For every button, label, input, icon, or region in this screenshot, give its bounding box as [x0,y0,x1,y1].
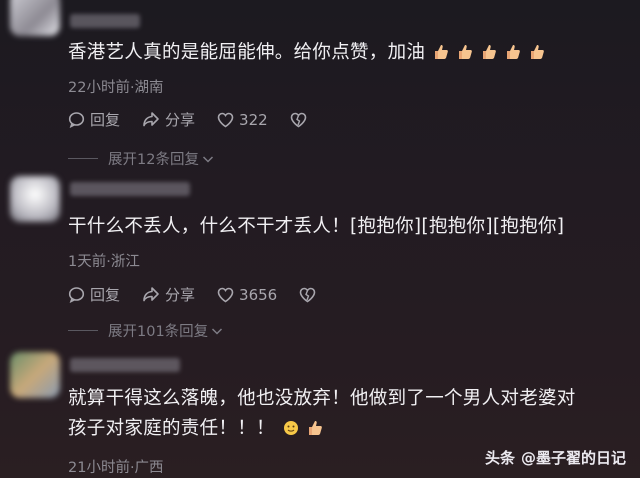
share-icon [143,287,159,302]
thumbs-up-emoji [507,45,521,59]
like-count: 3656 [239,285,278,304]
thumbs-up-emoji [459,45,473,59]
comment-text-content: 孩子对家庭的责任！！！ [68,418,275,439]
reply-button[interactable]: 回复 [68,109,120,130]
share-button[interactable]: 分享 [142,109,195,130]
thumbs-up-emoji [435,45,449,59]
comment-text: 就算干得这么落魄，他也没放弃！他做到了一个男人对老婆对 孩子对家庭的责任！！！ [68,384,620,444]
thumbs-up-emoji [483,45,497,59]
avatar[interactable] [10,176,60,222]
watermark-brand: 头条 [484,449,515,467]
share-icon [143,112,159,127]
comment-text-line: 孩子对家庭的责任！！！ [68,414,620,444]
comment-text-line: 就算干得这么落魄，他也没放弃！他做到了一个男人对老婆对 [68,388,576,409]
like-heart-icon [217,287,234,302]
share-label: 分享 [165,286,196,304]
like-button[interactable]: 3656 [217,286,277,304]
dislike-button[interactable] [299,287,321,303]
expand-label: 展开12条回复 [108,152,199,168]
comment-meta: 22小时前·湖南 [68,80,164,96]
username[interactable] [70,182,190,196]
share-label: 分享 [165,111,196,129]
reply-label: 回复 [90,111,121,129]
like-heart-icon [217,112,234,127]
avatar[interactable] [10,0,60,36]
username[interactable] [70,358,180,372]
comment-text: 香港艺人真的是能屈能伸。给你点赞，加油 [68,38,620,68]
dislike-button[interactable] [290,112,312,128]
like-count: 322 [239,110,268,129]
comment-text-content: 香港艺人真的是能屈能伸。给你点赞，加油 [68,42,426,63]
username[interactable] [70,14,140,28]
watermark: 头条 @墨子翟的日记 [485,447,626,468]
dislike-heart-icon [299,287,316,302]
comment-actions: 回复 分享 322 [68,109,334,130]
reply-icon [68,112,85,128]
thumbs-up-emoji [308,421,322,435]
chevron-down-icon [202,155,213,163]
comment-actions: 回复 分享 3656 [68,284,343,305]
hug-emoji [283,421,298,435]
expand-replies[interactable]: 展开12条回复 [68,148,214,169]
like-button[interactable]: 322 [217,111,268,129]
reply-label: 回复 [90,286,121,304]
watermark-author: @墨子翟的日记 [520,449,626,467]
thumbs-up-emoji [531,45,545,59]
comment-meta: 1天前·浙江 [68,254,140,270]
comment-text: 干什么不丢人，什么不干才丢人！[抱抱你][抱抱你][抱抱你] [68,216,565,237]
reply-icon [68,287,85,303]
avatar[interactable] [10,352,60,398]
comment-meta: 21小时前·广西 [68,460,164,476]
dislike-heart-icon [290,112,306,127]
share-button[interactable]: 分享 [142,284,195,305]
chevron-down-icon [212,327,223,335]
reply-button[interactable]: 回复 [68,284,120,305]
expand-replies[interactable]: 展开101条回复 [68,320,223,341]
expand-label: 展开101条回复 [108,324,209,340]
divider [68,330,98,331]
divider [68,158,98,159]
